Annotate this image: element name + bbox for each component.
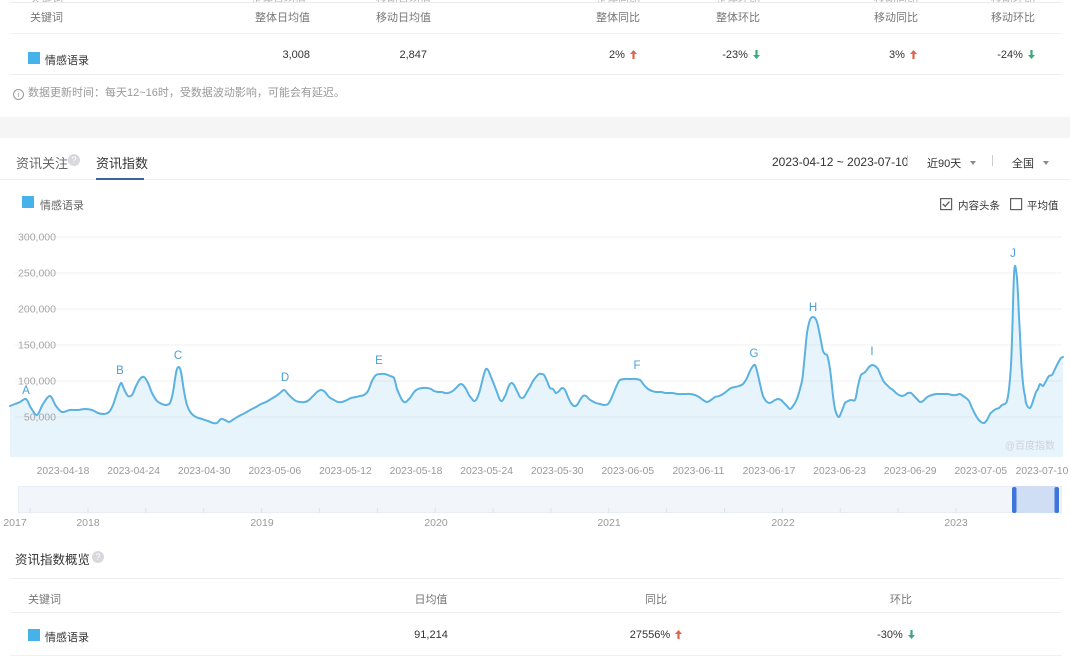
svg-text:C: C	[174, 350, 182, 362]
svg-text:2023-06-29: 2023-06-29	[884, 466, 937, 477]
svg-text:50,000: 50,000	[24, 412, 56, 424]
svg-text:2023-07-10: 2023-07-10	[1016, 466, 1069, 477]
svg-text:2023-06-17: 2023-06-17	[743, 466, 796, 477]
svg-text:B: B	[116, 365, 124, 377]
svg-text:2023-06-11: 2023-06-11	[672, 466, 724, 477]
svg-text:H: H	[809, 302, 817, 314]
svg-text:2023-05-24: 2023-05-24	[460, 466, 513, 477]
svg-text:2021: 2021	[597, 517, 621, 529]
svg-text:J: J	[1010, 248, 1016, 260]
svg-text:I: I	[870, 346, 873, 358]
svg-text:2023-04-30: 2023-04-30	[178, 466, 231, 477]
svg-text:2023-06-05: 2023-06-05	[601, 466, 654, 477]
svg-text:F: F	[633, 360, 640, 372]
svg-text:2022: 2022	[771, 517, 795, 529]
svg-text:2023-04-18: 2023-04-18	[37, 466, 90, 477]
svg-text:2020: 2020	[424, 517, 448, 529]
svg-text:2017: 2017	[3, 517, 27, 529]
svg-text:2018: 2018	[76, 517, 100, 529]
svg-text:2023: 2023	[944, 517, 968, 529]
svg-text:G: G	[750, 348, 759, 360]
svg-text:2023-07-05: 2023-07-05	[954, 466, 1007, 477]
svg-text:150,000: 150,000	[18, 340, 56, 352]
svg-text:2023-05-18: 2023-05-18	[390, 466, 443, 477]
svg-text:2023-05-06: 2023-05-06	[248, 466, 301, 477]
svg-text:300,000: 300,000	[18, 232, 56, 244]
svg-text:2023-05-12: 2023-05-12	[319, 466, 372, 477]
svg-text:@百度指数: @百度指数	[1005, 437, 1055, 452]
svg-text:A: A	[22, 385, 30, 397]
svg-text:E: E	[375, 355, 383, 367]
svg-text:2023-06-23: 2023-06-23	[813, 466, 866, 477]
svg-text:2019: 2019	[250, 517, 274, 529]
svg-text:2023-05-30: 2023-05-30	[531, 466, 584, 477]
svg-text:D: D	[281, 372, 289, 384]
svg-text:2023-04-24: 2023-04-24	[107, 466, 160, 477]
svg-text:250,000: 250,000	[18, 268, 56, 280]
svg-text:200,000: 200,000	[18, 304, 56, 316]
